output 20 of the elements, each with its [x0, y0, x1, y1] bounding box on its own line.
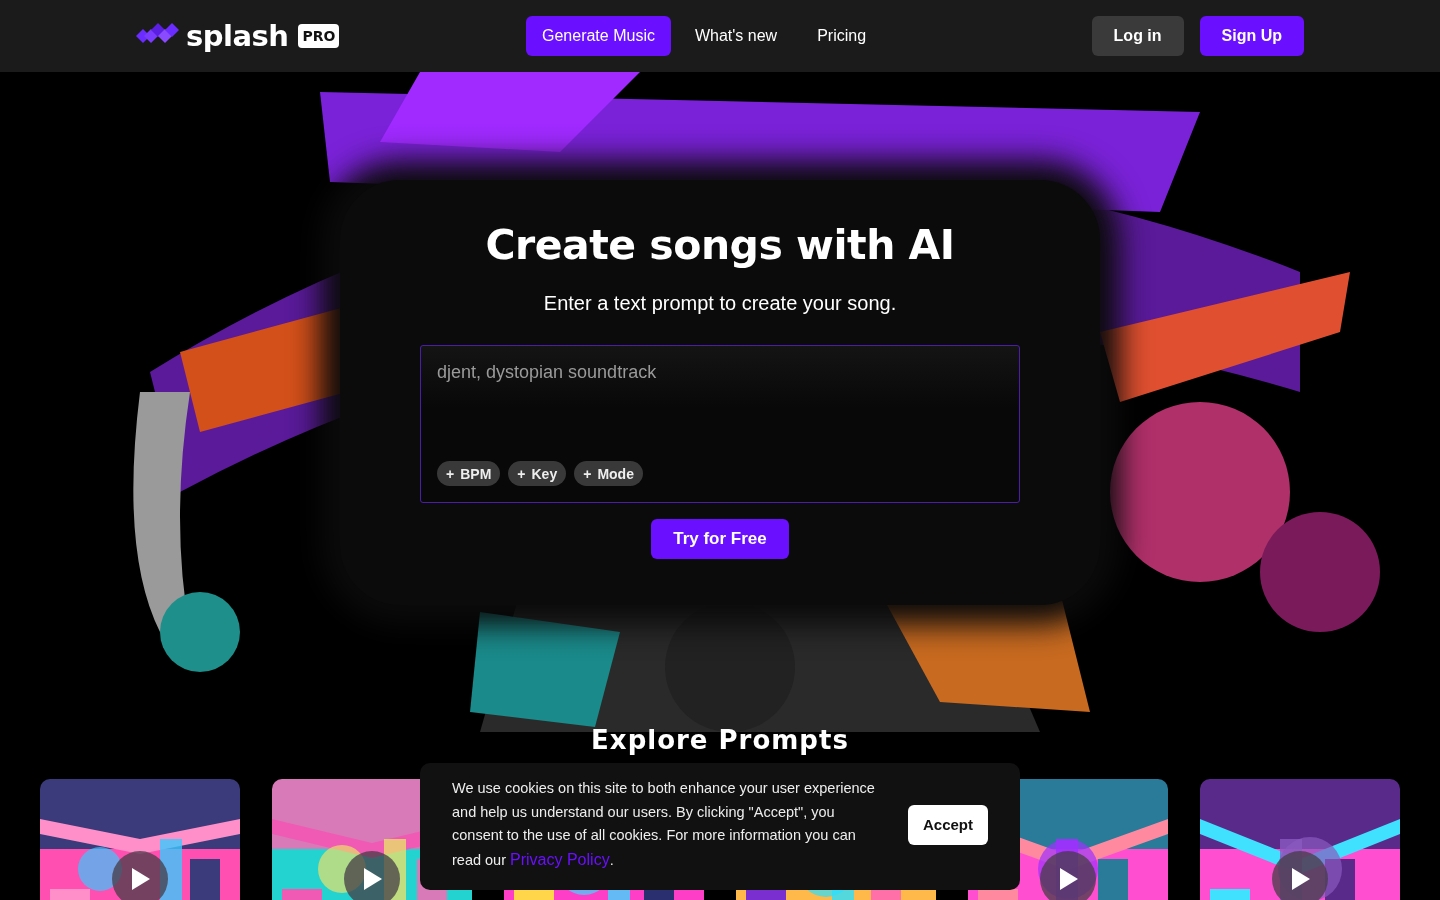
section-title: Explore Prompts	[591, 724, 849, 757]
chip-button[interactable]: + BPM	[437, 461, 501, 486]
nav-link[interactable]: Generate Music	[526, 16, 671, 56]
accept-button[interactable]: Accept	[907, 804, 988, 845]
chip-button[interactable]: + Key	[508, 461, 567, 486]
nav-link[interactable]: What's new	[678, 16, 794, 56]
hero-title: Create songs with AI	[485, 220, 955, 271]
logo-text[interactable]: splash	[186, 19, 289, 53]
try-free-button[interactable]: Try for Free	[651, 519, 789, 559]
play-icon	[129, 867, 151, 891]
cookie-text: We use cookies on this site to both enhance your user experience and help us understand our users. By clicking "Accept", you consent to the use of all cookies. For more information you can read our Privacy Policy.	[452, 779, 876, 870]
chip-button[interactable]: + Mode	[574, 461, 643, 486]
login-button[interactable]: Log in	[1091, 16, 1184, 56]
signup-button[interactable]: Sign Up	[1199, 16, 1304, 56]
play-icon	[1057, 867, 1079, 891]
play-icon	[1289, 867, 1311, 891]
pro-badge: PRO	[298, 24, 340, 48]
nav-link[interactable]: Pricing	[801, 16, 883, 56]
hero-subtitle: Enter a text prompt to create your song.	[543, 292, 897, 315]
prompt-field[interactable]: djent, dystopian soundtrack + BPM + Key + Mode	[420, 345, 1020, 503]
